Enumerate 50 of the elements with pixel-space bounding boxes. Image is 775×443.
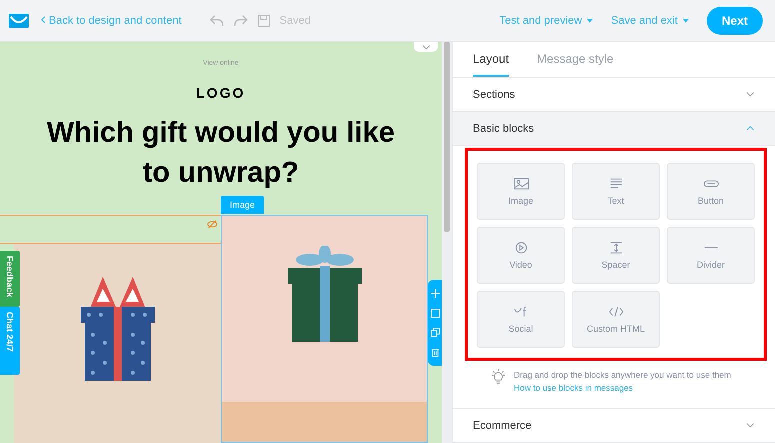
block-tile[interactable]: Social xyxy=(477,291,565,348)
email-heading: Which gift would you like to unwrap? xyxy=(46,116,396,191)
block-tile[interactable]: Divider xyxy=(667,227,755,284)
trash-icon[interactable] xyxy=(430,348,440,357)
button-block-icon xyxy=(704,178,718,190)
chevron-icon xyxy=(746,92,755,97)
caret-icon xyxy=(683,18,689,23)
chevron-down-icon xyxy=(422,44,430,50)
help-link[interactable]: How to use blocks in messages xyxy=(514,383,634,393)
block-tile[interactable]: Button xyxy=(667,163,755,220)
save-icon[interactable] xyxy=(430,308,440,318)
chevron-left-icon xyxy=(41,16,46,24)
dropdown-menu[interactable]: Save and exit xyxy=(611,14,689,26)
block-label-tag: Image xyxy=(221,196,264,214)
text-block-icon xyxy=(608,178,624,190)
hidden-eye-icon xyxy=(207,220,218,229)
chevron-icon xyxy=(746,126,755,131)
save-icon xyxy=(258,14,270,26)
logo-text: LOGO xyxy=(196,85,246,101)
dropdown-menu[interactable]: Test and preview xyxy=(500,14,594,26)
gift-image[interactable] xyxy=(222,216,427,402)
block-tile[interactable]: Custom HTML xyxy=(572,291,660,348)
lightbulb-icon xyxy=(491,369,506,386)
block-tile[interactable]: Video xyxy=(477,227,565,284)
video-block-icon xyxy=(514,242,528,254)
back-link[interactable]: Back to design and content xyxy=(41,14,182,26)
block-tile[interactable]: Text xyxy=(572,163,660,220)
image-block-icon xyxy=(514,178,528,190)
logo-icon xyxy=(9,14,29,28)
collapse-button[interactable] xyxy=(414,42,438,52)
social-block-icon xyxy=(514,306,528,318)
gift-image[interactable] xyxy=(14,244,221,443)
panel-tab[interactable]: Message style xyxy=(537,42,614,77)
side-tab[interactable]: Chat 24/7 xyxy=(0,307,20,375)
undo-icon[interactable] xyxy=(210,14,224,26)
redo-icon[interactable] xyxy=(234,14,248,26)
move-icon[interactable] xyxy=(430,289,440,298)
chevron-icon xyxy=(746,423,755,428)
html-block-icon xyxy=(608,306,624,318)
accordion-header[interactable]: Ecommerce xyxy=(453,408,775,443)
side-tab[interactable]: Feedback xyxy=(0,251,20,307)
panel-tab[interactable]: Layout xyxy=(473,42,510,77)
block-tile[interactable]: Spacer xyxy=(572,227,660,284)
duplicate-icon[interactable] xyxy=(430,328,440,338)
block-tile[interactable]: Image xyxy=(477,163,565,220)
next-button[interactable]: Next xyxy=(707,6,763,34)
caret-icon xyxy=(587,18,594,23)
accordion-header[interactable]: Basic blocks xyxy=(453,112,775,146)
hint-text: Drag and drop the blocks anywhere you want to use them xyxy=(514,369,732,382)
spacer-block-icon xyxy=(608,242,624,254)
